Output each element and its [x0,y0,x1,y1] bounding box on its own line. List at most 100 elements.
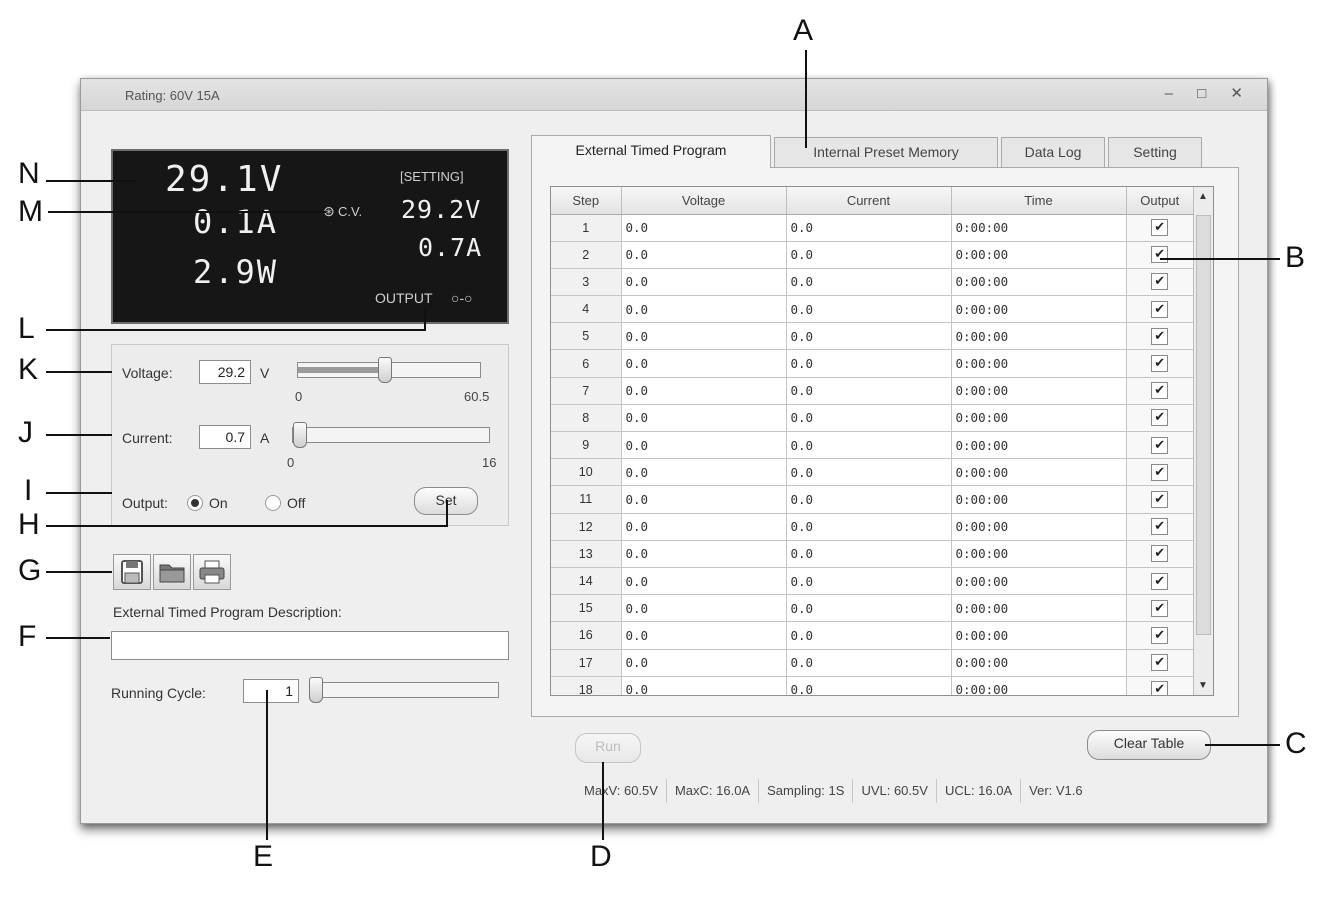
voltage-cell[interactable]: 0.0 [621,214,787,242]
current-cell[interactable]: 0.0 [786,349,952,378]
voltage-cell[interactable]: 0.0 [621,431,787,460]
time-cell[interactable]: 0:00:00 [951,649,1127,677]
time-cell[interactable]: 0:00:00 [951,567,1127,596]
column-header-time[interactable]: Time [951,187,1127,215]
current-cell[interactable]: 0.0 [786,241,952,269]
output-checkbox[interactable]: ✔ [1151,545,1169,563]
time-cell[interactable]: 0:00:00 [951,458,1127,487]
scroll-down-icon[interactable]: ▼ [1198,680,1208,691]
time-cell[interactable]: 0:00:00 [951,431,1127,460]
voltage-cell[interactable]: 0.0 [621,241,787,269]
save-button[interactable] [113,554,151,590]
voltage-cell[interactable]: 0.0 [621,349,787,378]
table-row[interactable]: 2 0.0 0.0 0:00:00 ✔ [551,241,1194,269]
output-off-radio[interactable] [265,495,281,511]
output-checkbox[interactable]: ✔ [1151,626,1169,644]
current-cell[interactable]: 0.0 [786,322,952,351]
voltage-cell[interactable]: 0.0 [621,649,787,677]
output-checkbox[interactable]: ✔ [1151,219,1169,237]
table-row[interactable]: 8 0.0 0.0 0:00:00 ✔ [551,404,1194,433]
current-cell[interactable]: 0.0 [786,676,952,695]
current-cell[interactable]: 0.0 [786,649,952,677]
current-cell[interactable]: 0.0 [786,295,952,324]
voltage-cell[interactable]: 0.0 [621,567,787,596]
tab-external-timed-program[interactable]: External Timed Program [531,135,771,168]
table-row[interactable]: 5 0.0 0.0 0:00:00 ✔ [551,322,1194,351]
close-icon[interactable]: ✕ [1230,84,1253,102]
time-cell[interactable]: 0:00:00 [951,214,1127,242]
current-cell[interactable]: 0.0 [786,594,952,623]
table-row[interactable]: 3 0.0 0.0 0:00:00 ✔ [551,268,1194,297]
current-slider-thumb[interactable] [293,422,307,448]
voltage-cell[interactable]: 0.0 [621,295,787,324]
column-header-current[interactable]: Current [786,187,952,215]
output-checkbox[interactable]: ✔ [1151,681,1169,695]
time-cell[interactable]: 0:00:00 [951,513,1127,541]
voltage-cell[interactable]: 0.0 [621,404,787,433]
time-cell[interactable]: 0:00:00 [951,676,1127,695]
voltage-cell[interactable]: 0.0 [621,540,787,568]
voltage-cell[interactable]: 0.0 [621,485,787,514]
table-row[interactable]: 17 0.0 0.0 0:00:00 ✔ [551,649,1194,677]
table-row[interactable]: 15 0.0 0.0 0:00:00 ✔ [551,594,1194,623]
tab-internal-preset-memory[interactable]: Internal Preset Memory [774,137,998,167]
output-checkbox[interactable]: ✔ [1151,490,1169,508]
table-row[interactable]: 16 0.0 0.0 0:00:00 ✔ [551,621,1194,650]
output-on-radio[interactable] [187,495,203,511]
table-row[interactable]: 4 0.0 0.0 0:00:00 ✔ [551,295,1194,324]
table-row[interactable]: 10 0.0 0.0 0:00:00 ✔ [551,458,1194,487]
voltage-input[interactable]: 29.2 [199,360,251,384]
clear-table-button[interactable]: Clear Table [1087,730,1211,760]
current-cell[interactable]: 0.0 [786,458,952,487]
output-checkbox[interactable]: ✔ [1151,436,1169,454]
table-row[interactable]: 13 0.0 0.0 0:00:00 ✔ [551,540,1194,568]
table-row[interactable]: 9 0.0 0.0 0:00:00 ✔ [551,431,1194,460]
time-cell[interactable]: 0:00:00 [951,540,1127,568]
voltage-cell[interactable]: 0.0 [621,322,787,351]
output-checkbox[interactable]: ✔ [1151,355,1169,373]
time-cell[interactable]: 0:00:00 [951,349,1127,378]
output-checkbox[interactable]: ✔ [1151,654,1169,672]
table-scrollbar[interactable]: ▲ ▼ [1193,187,1213,695]
print-button[interactable] [193,554,231,590]
open-button[interactable] [153,554,191,590]
voltage-cell[interactable]: 0.0 [621,377,787,405]
time-cell[interactable]: 0:00:00 [951,295,1127,324]
time-cell[interactable]: 0:00:00 [951,404,1127,433]
running-cycle-input[interactable]: 1 [243,679,299,703]
output-checkbox[interactable]: ✔ [1151,518,1169,536]
time-cell[interactable]: 0:00:00 [951,377,1127,405]
current-cell[interactable]: 0.0 [786,540,952,568]
voltage-slider-thumb[interactable] [378,357,392,383]
time-cell[interactable]: 0:00:00 [951,594,1127,623]
time-cell[interactable]: 0:00:00 [951,485,1127,514]
time-cell[interactable]: 0:00:00 [951,268,1127,297]
output-checkbox[interactable]: ✔ [1151,300,1169,318]
table-row[interactable]: 7 0.0 0.0 0:00:00 ✔ [551,377,1194,405]
current-cell[interactable]: 0.0 [786,513,952,541]
voltage-cell[interactable]: 0.0 [621,594,787,623]
output-checkbox[interactable]: ✔ [1151,599,1169,617]
output-checkbox[interactable]: ✔ [1151,463,1169,481]
voltage-cell[interactable]: 0.0 [621,513,787,541]
output-checkbox[interactable]: ✔ [1151,382,1169,400]
output-checkbox[interactable]: ✔ [1151,409,1169,427]
current-cell[interactable]: 0.0 [786,377,952,405]
table-row[interactable]: 1 0.0 0.0 0:00:00 ✔ [551,214,1194,242]
current-cell[interactable]: 0.0 [786,567,952,596]
voltage-cell[interactable]: 0.0 [621,676,787,695]
description-input[interactable] [111,631,509,660]
column-header-output[interactable]: Output [1126,187,1194,215]
table-row[interactable]: 11 0.0 0.0 0:00:00 ✔ [551,485,1194,514]
minimize-icon[interactable]: – [1165,85,1183,102]
voltage-cell[interactable]: 0.0 [621,621,787,650]
table-row[interactable]: 12 0.0 0.0 0:00:00 ✔ [551,513,1194,541]
run-button[interactable]: Run [575,733,641,763]
current-cell[interactable]: 0.0 [786,485,952,514]
current-cell[interactable]: 0.0 [786,621,952,650]
running-cycle-slider[interactable] [309,682,499,698]
current-slider[interactable] [292,427,490,443]
time-cell[interactable]: 0:00:00 [951,621,1127,650]
column-header-step[interactable]: Step [551,187,622,215]
output-checkbox[interactable]: ✔ [1151,246,1169,264]
